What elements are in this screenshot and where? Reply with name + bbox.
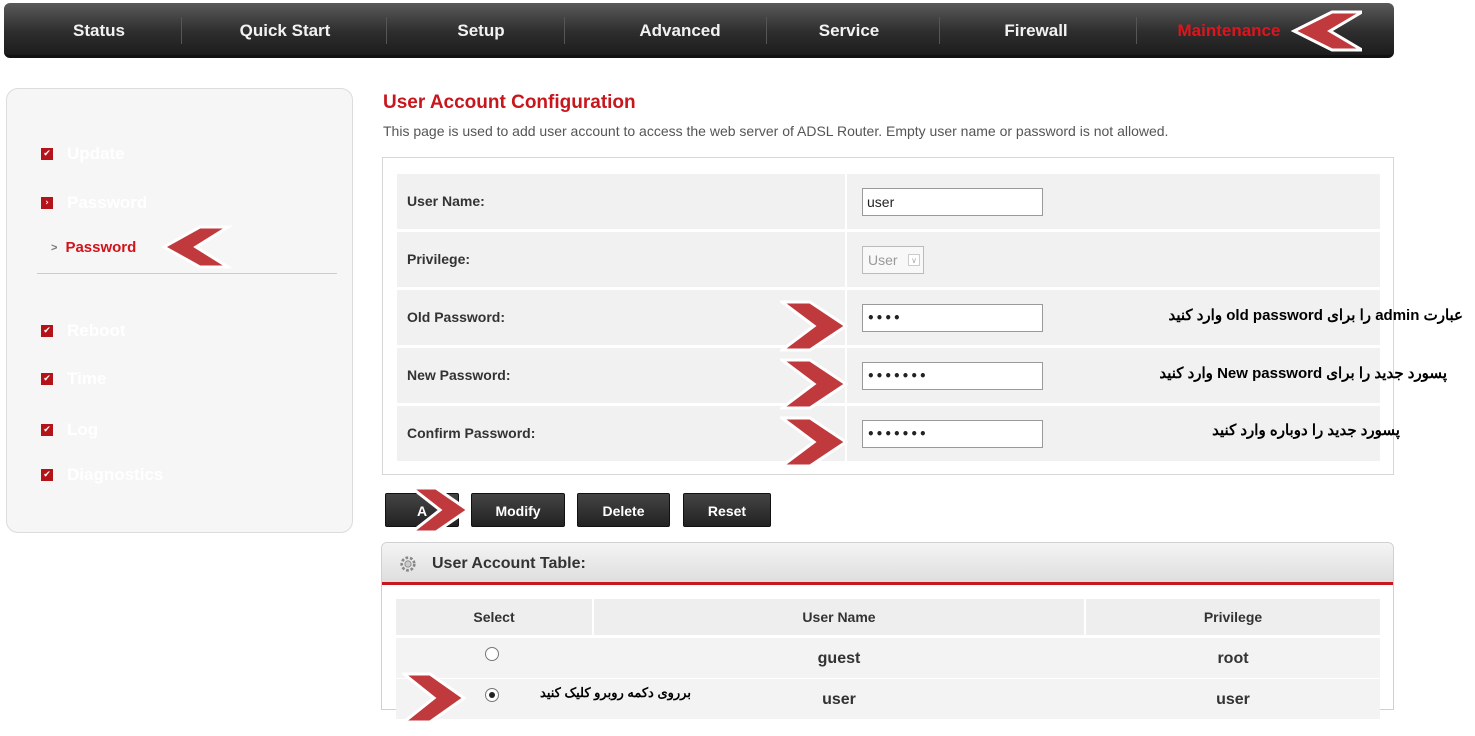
nav-tab-service[interactable]: Service xyxy=(764,3,934,58)
page-description: This page is used to add user account to… xyxy=(383,123,1169,139)
sidebar-subitem-label: Password xyxy=(65,239,137,256)
select-radio[interactable] xyxy=(485,647,499,661)
sidebar-item-log[interactable]: ✔ Log xyxy=(41,419,98,441)
nav-separator xyxy=(564,17,565,44)
sidebar-item-label: Password xyxy=(67,193,148,212)
sidebar-item-label: Update xyxy=(67,144,125,163)
chevron-annotation-icon xyxy=(410,486,471,534)
sidebar-item-password[interactable]: › Password xyxy=(41,192,147,214)
column-header-select: Select xyxy=(396,599,592,635)
column-header-privilege: Privilege xyxy=(1086,599,1380,635)
privilege-select[interactable]: User ∨ xyxy=(862,246,924,274)
nav-tab-quick-start[interactable]: Quick Start xyxy=(200,3,370,58)
sidebar-item-label: Diagnostics xyxy=(67,465,164,484)
form-row-privilege: Privilege: User ∨ xyxy=(397,232,1380,287)
sidebar-item-label: Time xyxy=(67,369,107,388)
privilege-select-value: User xyxy=(868,252,898,268)
old-password-input[interactable]: •••• xyxy=(862,304,1043,332)
nav-tab-status[interactable]: Status xyxy=(4,3,194,58)
top-navigation-bar: Status Quick Start Setup Advanced Servic… xyxy=(4,3,1394,58)
sidebar-item-reboot[interactable]: ✔ Reboot xyxy=(41,320,126,342)
user-name-input[interactable]: user xyxy=(862,188,1043,216)
chevron-annotation-icon xyxy=(160,225,234,269)
table-header-bar: User Account Table: xyxy=(382,543,1393,585)
table-cell-privilege: user xyxy=(1216,691,1250,708)
chevron-right-icon: › xyxy=(41,197,53,209)
sidebar: ✔ Update › Password > Password ✔ Reboot … xyxy=(6,88,353,533)
user-account-table: User Account Table: Select User Name Pri… xyxy=(381,542,1394,719)
column-separator xyxy=(845,174,847,229)
table-title: User Account Table: xyxy=(432,555,586,572)
new-password-input[interactable]: ••••••• xyxy=(862,362,1043,390)
annotation-confirm-password: پسورد جدید را دوباره وارد کنید xyxy=(1212,422,1400,439)
sidebar-subitem-password[interactable]: > Password xyxy=(51,239,136,256)
nav-separator xyxy=(181,17,182,44)
chevron-annotation-icon xyxy=(780,358,849,410)
nav-separator xyxy=(386,17,387,44)
form-row-user-name: User Name: user xyxy=(397,174,1380,229)
sidebar-item-time[interactable]: ✔ Time xyxy=(41,368,106,390)
annotation-new-password: پسورد جدید را برای New password وارد کنی… xyxy=(1159,365,1447,382)
chevron-annotation-icon xyxy=(780,416,849,468)
chevron-annotation-icon xyxy=(1290,10,1362,52)
table-cell-privilege: root xyxy=(1217,650,1249,667)
chevron-down-icon: ✔ xyxy=(41,424,53,436)
sidebar-item-diagnostics[interactable]: ✔ Diagnostics xyxy=(41,464,163,486)
chevron-annotation-icon xyxy=(780,300,849,352)
delete-button[interactable]: Delete xyxy=(577,493,670,527)
modify-button[interactable]: Modify xyxy=(471,493,565,527)
column-separator xyxy=(845,232,847,287)
table-cell-user-name: guest xyxy=(817,650,861,667)
divider xyxy=(37,273,337,274)
privilege-label: Privilege: xyxy=(407,251,471,267)
nav-separator xyxy=(939,17,940,44)
annotation-select-radio: برروی دکمه روبرو کلیک کنید xyxy=(540,685,691,700)
reset-button[interactable]: Reset xyxy=(683,493,771,527)
chevron-down-icon: ∨ xyxy=(908,254,920,266)
chevron-down-icon: ✔ xyxy=(41,148,53,160)
new-password-label: New Password: xyxy=(407,367,511,383)
annotation-old-password: عبارت admin را برای old password وارد کن… xyxy=(1168,307,1464,324)
confirm-password-input[interactable]: ••••••• xyxy=(862,420,1043,448)
chevron-down-icon: ✔ xyxy=(41,325,53,337)
page-title: User Account Configuration xyxy=(383,92,636,113)
chevron-down-icon: ✔ xyxy=(41,373,53,385)
nav-tab-firewall[interactable]: Firewall xyxy=(951,3,1121,58)
chevron-annotation-icon xyxy=(402,672,467,724)
settings-gear-icon xyxy=(400,556,416,572)
nav-tab-advanced[interactable]: Advanced xyxy=(580,3,780,58)
column-header-user-name: User Name xyxy=(594,599,1084,635)
confirm-password-label: Confirm Password: xyxy=(407,425,536,441)
chevron-down-icon: ✔ xyxy=(41,469,53,481)
nav-separator xyxy=(1136,17,1137,44)
user-name-label: User Name: xyxy=(407,193,485,209)
sidebar-item-label: Reboot xyxy=(67,321,126,340)
select-radio[interactable] xyxy=(485,688,499,702)
sidebar-item-label: Log xyxy=(67,420,99,439)
old-password-label: Old Password: xyxy=(407,309,506,325)
bullet-icon: > xyxy=(51,241,58,254)
nav-tab-setup[interactable]: Setup xyxy=(396,3,566,58)
sidebar-item-update[interactable]: ✔ Update xyxy=(41,143,125,165)
